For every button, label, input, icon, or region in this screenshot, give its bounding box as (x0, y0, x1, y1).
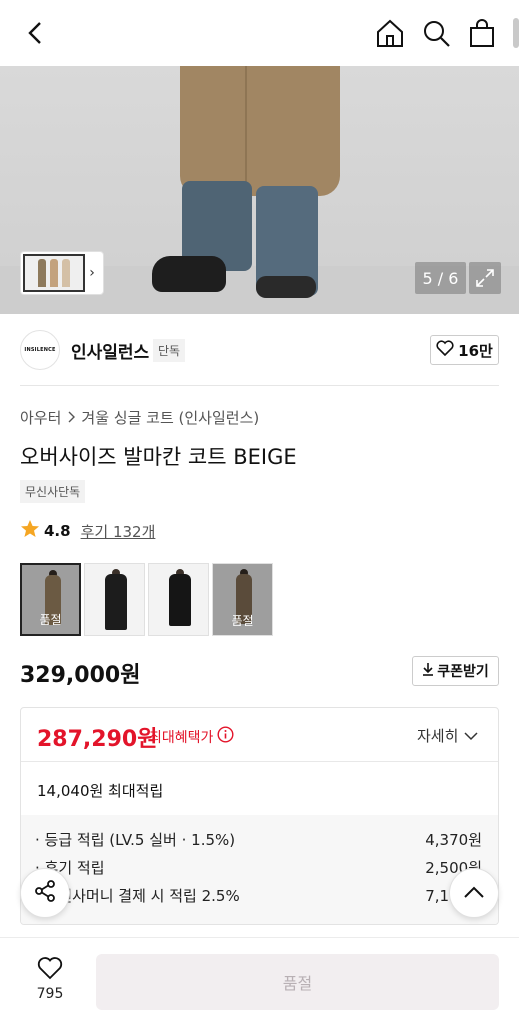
rating-score: 4.8 (44, 522, 71, 540)
points-row: · 무신사머니 결제 시 적립 2.5% 7,170원 (35, 885, 482, 913)
points-row-label: · 등급 적립 (LV.5 실버 · 1.5%) (35, 831, 236, 849)
heart-icon (37, 956, 63, 984)
variant-thumbnail[interactable]: 품절 (20, 563, 81, 636)
divider (20, 385, 499, 386)
back-icon[interactable] (22, 18, 50, 48)
scroll-indicator (513, 18, 519, 48)
points-row: · 등급 적립 (LV.5 실버 · 1.5%) 4,370원 (35, 829, 482, 857)
benefit-detail-toggle[interactable]: 자세히 (417, 725, 478, 746)
brand-row: INSILENCE 인사일런스 단독 16만 (20, 330, 499, 370)
shopping-bag-icon[interactable] (467, 18, 497, 48)
bottom-action-bar: 795 품절 (0, 937, 519, 1024)
max-benefit-label-group: 최대혜택가 (149, 726, 234, 747)
brand-like-button[interactable]: 16만 (430, 335, 499, 365)
product-image-carousel[interactable]: › 5 / 6 (0, 66, 519, 314)
expand-icon[interactable] (469, 262, 501, 294)
heart-icon (436, 340, 454, 360)
share-icon (33, 879, 57, 907)
shoe-left-image (152, 256, 226, 292)
chevron-right-icon (67, 409, 76, 427)
search-icon[interactable] (421, 18, 451, 48)
home-icon[interactable] (375, 18, 405, 48)
max-points-total: 14,040원 최대적립 (37, 782, 164, 800)
image-thumbnail-strip[interactable]: › (20, 251, 104, 295)
download-icon (422, 662, 434, 680)
benefit-box: 287,290원 최대혜택가 자세히 14,040원 최대적립 · 등급 적립 … (20, 707, 499, 925)
exclusive-badge: 무신사단독 (20, 480, 86, 503)
max-benefit-price: 287,290원 (37, 727, 158, 752)
wishlist-button[interactable]: 795 (30, 956, 70, 1008)
variant-thumbnail[interactable]: 품절 (212, 563, 273, 636)
chevron-down-icon (464, 727, 478, 745)
shoe-right-image (256, 276, 316, 298)
max-benefit-label: 최대혜택가 (149, 729, 214, 746)
top-navigation-bar (0, 0, 519, 66)
chevron-up-icon (463, 884, 485, 903)
brand-like-count: 16만 (458, 341, 493, 360)
review-link[interactable]: 후기 132개 (81, 521, 156, 542)
detail-label: 자세히 (417, 727, 459, 745)
brand-name[interactable]: 인사일런스 (71, 338, 149, 363)
product-title: 오버사이즈 발마칸 코트 BEIGE (20, 445, 297, 469)
breadcrumb-category[interactable]: 아우터 (20, 407, 61, 428)
info-icon[interactable] (217, 726, 234, 747)
points-row-value: 4,370원 (425, 831, 482, 849)
brand-logo[interactable]: INSILENCE (20, 330, 60, 370)
thumbnail-image[interactable] (23, 254, 85, 292)
product-price: 329,000원 (20, 663, 141, 688)
share-button[interactable] (20, 868, 70, 918)
soldout-overlay: 품절 (22, 565, 79, 634)
benefit-header: 287,290원 최대혜택가 자세히 (21, 708, 498, 762)
coat-image (180, 66, 340, 196)
breadcrumb-subcategory[interactable]: 겨울 싱글 코트 (인사일런스) (81, 407, 259, 428)
coupon-button[interactable]: 쿠폰받기 (412, 656, 499, 686)
points-row: · 후기 적립 2,500원 (35, 857, 482, 885)
brand-exclusive-badge: 단독 (153, 339, 186, 362)
wishlist-count: 795 (36, 986, 64, 1002)
variant-figure (169, 574, 191, 626)
color-variant-list: 품절 품절 (20, 563, 273, 636)
soldout-overlay: 품절 (213, 564, 272, 635)
purchase-button[interactable]: 품절 (96, 954, 499, 1010)
variant-thumbnail[interactable] (148, 563, 209, 636)
rating-summary: 4.8 후기 132개 (20, 519, 155, 543)
variant-figure (105, 574, 127, 630)
image-pager: 5 / 6 (415, 262, 466, 294)
scroll-to-top-button[interactable] (449, 868, 499, 918)
coupon-label: 쿠폰받기 (437, 664, 489, 680)
variant-thumbnail[interactable] (84, 563, 145, 636)
breadcrumb: 아우터 겨울 싱글 코트 (인사일런스) (20, 407, 259, 428)
points-breakdown: · 등급 적립 (LV.5 실버 · 1.5%) 4,370원 · 후기 적립 … (21, 815, 498, 924)
chevron-right-icon[interactable]: › (85, 265, 99, 281)
star-icon (20, 519, 40, 543)
